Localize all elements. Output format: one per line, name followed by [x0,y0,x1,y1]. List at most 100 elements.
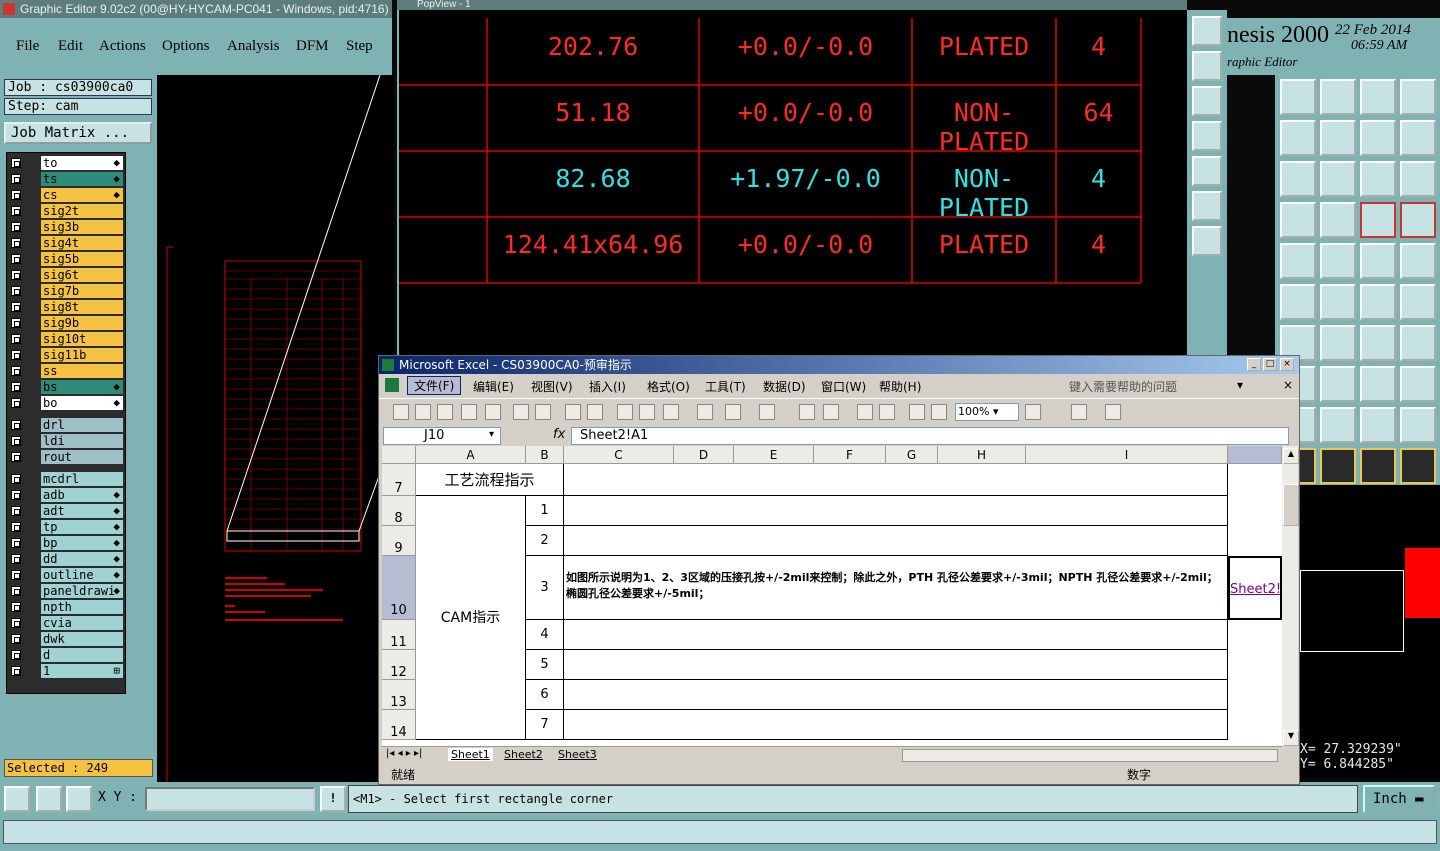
menu-dfm[interactable]: DFM [296,38,329,55]
col-header-h[interactable]: H [938,446,1026,464]
cursor4-icon[interactable] [1400,448,1436,484]
layer-checkbox[interactable] [11,666,21,676]
layer-row[interactable]: sig4t [7,235,125,251]
row-header-10[interactable]: 10 [382,556,416,620]
layer-name[interactable]: rout [41,450,123,464]
cell-c10-instruction[interactable]: 如图所示说明为1、2、3区域的压接孔按+/-2mil来控制；除此之外，PTH 孔… [564,556,1228,620]
layer-name[interactable]: dwk [41,632,123,646]
cell-b12[interactable]: 5 [526,650,564,680]
layer-row[interactable]: ts ◆ [7,171,125,187]
move-left-icon[interactable] [1280,120,1316,156]
drawing-icon[interactable] [931,404,947,420]
cursor2-icon[interactable] [1320,448,1356,484]
layer-name[interactable]: sig11b [41,348,123,362]
layer-checkbox[interactable] [11,318,21,328]
layer-row[interactable]: tp ◆ [7,519,125,535]
cell-c7[interactable] [564,464,1228,496]
point-add-icon[interactable] [1400,284,1436,320]
move-down-icon[interactable] [1320,79,1356,115]
cell-b8[interactable]: 1 [526,496,564,526]
layer-name[interactable]: to ◆ [41,156,123,170]
layer-name[interactable]: mcdrl [41,472,123,486]
measure-box-icon[interactable] [1360,366,1396,402]
layer-row[interactable]: sig11b [7,347,125,363]
cell-b14[interactable]: 7 [526,710,564,740]
layer-row[interactable]: sig5b [7,251,125,267]
layer-row[interactable]: outline ◆ [7,567,125,583]
format-painter-icon[interactable] [697,404,713,420]
sheet-nav-icon[interactable]: |◂ ◂ ▸ ▸| [386,748,422,759]
cursor3-icon[interactable] [1360,448,1396,484]
layer-row[interactable]: sig3b [7,219,125,235]
layer-row[interactable]: sig8t [7,299,125,315]
layer-row[interactable]: bo ◆ [7,395,125,411]
triangle-icon[interactable] [1320,407,1356,443]
scroll-thumb[interactable] [1283,484,1299,526]
excel-menu-insert[interactable]: 插入(I) [589,378,626,395]
tab-sheet2[interactable]: Sheet2 [504,748,543,761]
layer-checkbox[interactable] [11,602,21,612]
excel-menu-window[interactable]: 窗口(W) [821,378,866,395]
layer-checkbox[interactable] [11,190,21,200]
cell-b10[interactable]: 3 [526,556,564,620]
layer-row[interactable]: paneldrawi ◆ [7,583,125,599]
hyperlink-icon[interactable] [799,404,815,420]
window-icon[interactable] [1400,79,1436,115]
layer-name[interactable]: sig4t [41,236,123,250]
vertical-scrollbar[interactable]: ▲ ▼ [1282,446,1299,746]
new-icon[interactable] [393,404,409,420]
sort-asc-icon[interactable] [857,404,873,420]
fx-icon[interactable]: fx [553,427,565,442]
box-select-icon[interactable] [1400,243,1436,279]
paste-icon[interactable] [663,404,679,420]
excel-menu-format[interactable]: 格式(O) [647,378,690,395]
layer-checkbox[interactable] [11,398,21,408]
layer-checkbox[interactable] [11,490,21,500]
layer-name[interactable]: bp ◆ [41,536,123,550]
namebox-dropdown-icon[interactable]: ▾ [489,429,494,440]
excel-menu-help[interactable]: 帮助(H) [879,378,921,395]
feature-select-icon[interactable] [1280,243,1316,279]
home-icon[interactable] [1360,79,1396,115]
line-edit-icon[interactable] [1320,325,1356,361]
row-header-13[interactable]: 13 [382,680,416,710]
layer-checkbox[interactable] [11,174,21,184]
layer-checkbox[interactable] [11,420,21,430]
layer-checkbox[interactable] [11,586,21,596]
layer-row[interactable]: sig7b [7,283,125,299]
menu-options[interactable]: Options [162,38,210,55]
sort-desc-icon[interactable] [879,404,895,420]
col-header-e[interactable]: E [734,446,814,464]
col-header-j[interactable] [1228,446,1282,464]
tab-sheet1[interactable]: Sheet1 [448,748,493,761]
tab-sheet3[interactable]: Sheet3 [558,748,597,761]
cell-c12[interactable] [564,650,1228,680]
excel-menu-data[interactable]: 数据(D) [763,378,806,395]
tools-icon[interactable] [1280,202,1316,238]
layer-name[interactable]: tp ◆ [41,520,123,534]
layer-row[interactable]: adt ◆ [7,503,125,519]
cell-c14[interactable] [564,710,1228,740]
redo-icon[interactable] [759,404,775,420]
excel-minimize-button[interactable]: _ [1247,358,1261,371]
layer-name[interactable]: sig7b [41,284,123,298]
row-header-11[interactable]: 11 [382,620,416,650]
layer-checkbox[interactable] [11,382,21,392]
layer-row[interactable]: ss [7,363,125,379]
fit-icon[interactable] [1280,161,1316,197]
layer-name[interactable]: sig6t [41,268,123,282]
col-header-g[interactable]: G [886,446,938,464]
col-header-c[interactable]: C [564,446,674,464]
move-right-icon[interactable] [1320,120,1356,156]
scroll-up-icon[interactable]: ▲ [1283,448,1299,464]
net-icon[interactable] [1280,284,1316,320]
menu-analysis[interactable]: Analysis [227,38,280,55]
layer-name[interactable]: d [41,648,123,662]
layer-checkbox[interactable] [11,270,21,280]
col-header-a[interactable]: A [416,446,526,464]
layer-name[interactable]: bs ◆ [41,380,123,394]
menu-actions[interactable]: Actions [99,38,146,55]
layer-name[interactable]: ts ◆ [41,172,123,186]
layer-name[interactable]: sig3b [41,220,123,234]
triangle3-icon[interactable] [1400,407,1436,443]
